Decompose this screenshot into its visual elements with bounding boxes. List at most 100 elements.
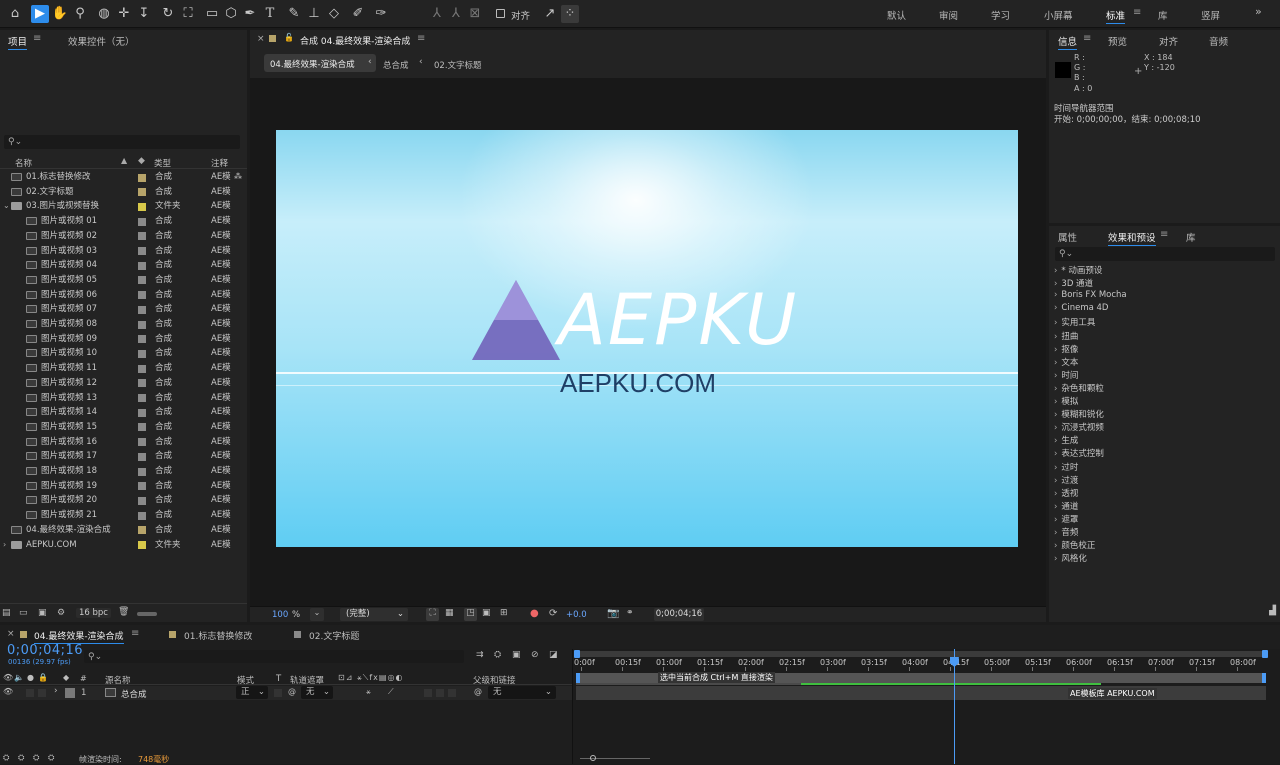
- workspace-standard[interactable]: 标准: [1106, 8, 1126, 24]
- layer-marker[interactable]: AE模板库 AEPKU.COM: [1068, 688, 1157, 699]
- new-preset-icon[interactable]: ▟: [1269, 606, 1276, 616]
- tab-effect-controls[interactable]: 效果控件（无）: [68, 34, 135, 48]
- timeline-ruler-area[interactable]: 0:00f 00:15f 01:00f 01:15f 02:00f 02:15f 03:00…: [572, 649, 1280, 764]
- effect-category[interactable]: 时间: [1054, 369, 1078, 381]
- label-swatch[interactable]: [138, 364, 146, 373]
- label-swatch[interactable]: [138, 541, 146, 549]
- project-item[interactable]: 04.最终效果-渲染合成 合成 AE模: [0, 523, 247, 538]
- workspace-review[interactable]: 审阅: [939, 8, 958, 22]
- effect-category[interactable]: 颜色校正: [1054, 539, 1095, 551]
- blend-mode-dropdown[interactable]: 正 ⌄: [236, 686, 268, 699]
- breadcrumb-master-comp[interactable]: 总合成: [383, 59, 409, 71]
- new-folder-icon[interactable]: ▭: [19, 608, 28, 618]
- effect-category[interactable]: 杂色和颗粒: [1054, 382, 1104, 394]
- project-item[interactable]: 图片或视频 13 合成 AE模: [0, 391, 247, 406]
- label-swatch[interactable]: [138, 247, 146, 255]
- roto-brush-icon[interactable]: ✐: [349, 5, 367, 23]
- motion-blur-icon[interactable]: ◪: [549, 650, 558, 660]
- resolution-dropdown[interactable]: (完整) ⌄: [340, 608, 408, 621]
- project-search-input[interactable]: ⚲⌄: [4, 135, 240, 149]
- effect-category[interactable]: 音频: [1054, 526, 1078, 538]
- effect-category[interactable]: 文本: [1054, 356, 1078, 368]
- close-comp-tab-icon[interactable]: ×: [257, 34, 265, 44]
- column-comment[interactable]: 注释: [211, 157, 228, 169]
- lock-switch-icon[interactable]: 🔒: [38, 673, 48, 682]
- pen-tool-icon[interactable]: ✒: [241, 5, 259, 23]
- mask-visibility-icon[interactable]: ◳: [464, 608, 477, 621]
- eraser-tool-icon[interactable]: ◇: [325, 5, 343, 23]
- label-swatch[interactable]: [138, 320, 146, 329]
- workspace-overflow-icon[interactable]: »: [1255, 5, 1262, 18]
- trash-icon[interactable]: 🗑: [118, 607, 129, 617]
- puppet-pin-icon[interactable]: ✑: [372, 5, 390, 23]
- label-swatch[interactable]: [138, 261, 146, 270]
- tab-libraries[interactable]: 库: [1186, 230, 1196, 244]
- quality-switch-icon[interactable]: ⟋: [388, 687, 394, 697]
- column-name[interactable]: 名称: [15, 157, 32, 169]
- playhead[interactable]: [949, 649, 959, 764]
- timeline-timecode[interactable]: 0;00;04;16: [7, 643, 83, 658]
- zoom-value[interactable]: 100: [272, 610, 288, 620]
- transfer-controls-toggle-icon[interactable]: ⛭: [18, 753, 24, 763]
- grid-guides-icon[interactable]: ⊞: [500, 608, 508, 618]
- parent-dropdown[interactable]: 无 ⌄: [488, 686, 556, 699]
- label-column-icon[interactable]: ◆: [138, 156, 145, 166]
- project-item[interactable]: 图片或视频 04 合成 AE模: [0, 258, 247, 273]
- work-area-end[interactable]: [1262, 673, 1266, 683]
- project-item[interactable]: 图片或视频 10 合成 AE模: [0, 346, 247, 361]
- timeline-tab-title[interactable]: 02.文字标题: [309, 629, 359, 642]
- work-area-start[interactable]: [576, 673, 580, 683]
- pan-camera-icon[interactable]: ✛: [115, 5, 133, 23]
- cube-tool-icon[interactable]: ⬡: [222, 5, 240, 23]
- interpret-footage-icon[interactable]: ▤: [2, 608, 11, 618]
- effect-category[interactable]: 表达式控制: [1054, 447, 1104, 459]
- project-item[interactable]: 图片或视频 03 合成 AE模: [0, 244, 247, 259]
- snapshot-icon[interactable]: 📷: [607, 608, 619, 619]
- thumbnail-slider[interactable]: [137, 612, 157, 616]
- project-item[interactable]: 图片或视频 21 合成 AE模: [0, 508, 247, 523]
- comp-tab-title[interactable]: 合成 04.最终效果-渲染合成: [300, 34, 410, 47]
- comp-flowchart-icon[interactable]: ⇉: [476, 650, 484, 660]
- project-item[interactable]: 图片或视频 05 合成 AE模: [0, 273, 247, 288]
- effect-category[interactable]: 通道: [1054, 500, 1078, 512]
- fast-preview-icon[interactable]: ⛶: [426, 608, 439, 621]
- align-checkbox[interactable]: [496, 9, 505, 18]
- anchor-tool-icon[interactable]: ⛶: [179, 5, 197, 23]
- layer-switches-toggle-icon[interactable]: ⛭: [3, 753, 9, 763]
- label-swatch[interactable]: [138, 526, 146, 535]
- project-item[interactable]: 图片或视频 15 合成 AE模: [0, 420, 247, 435]
- label-swatch[interactable]: [138, 173, 146, 182]
- frame-blending-icon[interactable]: ⊘: [531, 650, 539, 660]
- tab-effects-presets[interactable]: 效果和预设: [1108, 230, 1156, 246]
- layer-visibility-icon[interactable]: 👁: [3, 687, 13, 696]
- draft-3d-icon[interactable]: ⛭: [494, 650, 501, 660]
- effect-category[interactable]: Cinema 4D: [1054, 303, 1108, 313]
- timeline-search-input[interactable]: ⚲⌄: [84, 650, 464, 663]
- column-track-matte[interactable]: 轨道遮罩: [290, 674, 324, 686]
- new-comp-icon[interactable]: ▣: [38, 608, 47, 618]
- axis-world-icon[interactable]: ⅄: [447, 5, 465, 23]
- effect-category[interactable]: 扭曲: [1054, 330, 1078, 342]
- project-item[interactable]: 图片或视频 20 合成 AE模: [0, 493, 247, 508]
- region-of-interest-icon[interactable]: ▣: [482, 608, 491, 618]
- label-swatch[interactable]: [138, 423, 146, 432]
- project-item[interactable]: 图片或视频 18 合成 AE模: [0, 464, 247, 479]
- label-swatch[interactable]: [138, 305, 146, 314]
- switch-box[interactable]: [448, 689, 456, 697]
- workspace-vertical[interactable]: 竖屏: [1201, 8, 1220, 22]
- effect-category[interactable]: 模糊和锐化: [1054, 408, 1104, 420]
- chevron-down-icon[interactable]: ⌄: [3, 199, 10, 214]
- preserve-transparency-box[interactable]: [274, 689, 282, 697]
- label-swatch[interactable]: [138, 217, 146, 226]
- effects-menu-icon[interactable]: ≡: [1160, 229, 1168, 240]
- text-tool-icon[interactable]: T: [261, 5, 279, 23]
- layer-switches-icon[interactable]: ⊡⊿ ⚹⟍fx▤◎◐: [338, 673, 403, 683]
- project-menu-icon[interactable]: ≡: [33, 33, 41, 44]
- expand-layer-icon[interactable]: ›: [54, 686, 58, 696]
- effect-category[interactable]: 沉浸式视频: [1054, 421, 1104, 433]
- timeline-tab-logo[interactable]: 01.标志替换修改: [184, 629, 252, 642]
- workspace-library[interactable]: 库: [1158, 8, 1168, 22]
- effect-category[interactable]: 模拟: [1054, 395, 1078, 407]
- orbit-camera-icon[interactable]: ◍: [95, 5, 113, 23]
- layer-name[interactable]: 总合成: [121, 688, 147, 700]
